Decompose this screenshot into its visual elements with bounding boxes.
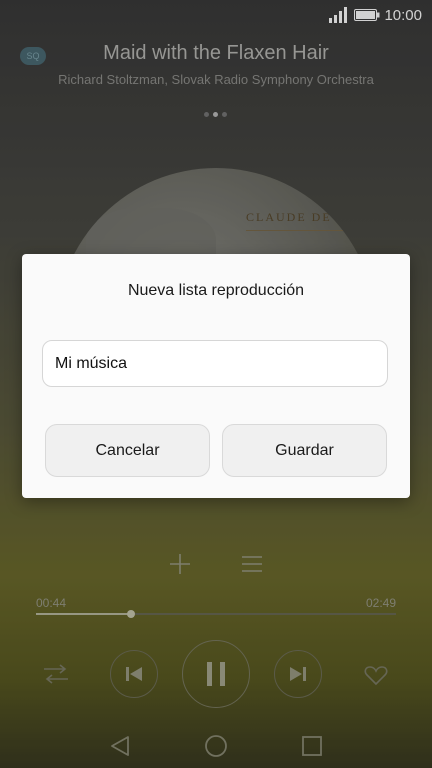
save-button[interactable]: Guardar: [222, 424, 387, 477]
playlist-name-input[interactable]: [42, 340, 388, 387]
dialog-title: Nueva lista reproducción: [127, 282, 305, 299]
cancel-button[interactable]: Cancelar: [45, 424, 210, 477]
new-playlist-dialog: Nueva lista reproducción Cancelar Guarda…: [22, 254, 410, 498]
